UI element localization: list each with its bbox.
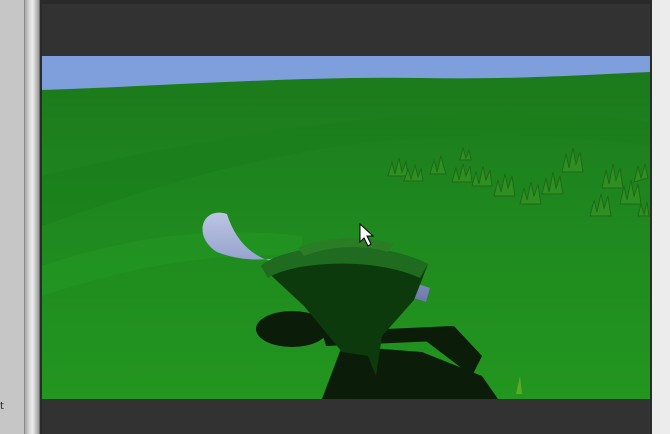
left-panel: t xyxy=(0,0,24,434)
panel-splitter[interactable] xyxy=(24,0,40,434)
right-edge-strip xyxy=(652,0,670,434)
viewport-bottom-bar xyxy=(42,399,650,434)
left-panel-label: t xyxy=(0,401,4,412)
game-viewport[interactable] xyxy=(42,56,650,399)
viewport-top-bar xyxy=(42,4,650,56)
